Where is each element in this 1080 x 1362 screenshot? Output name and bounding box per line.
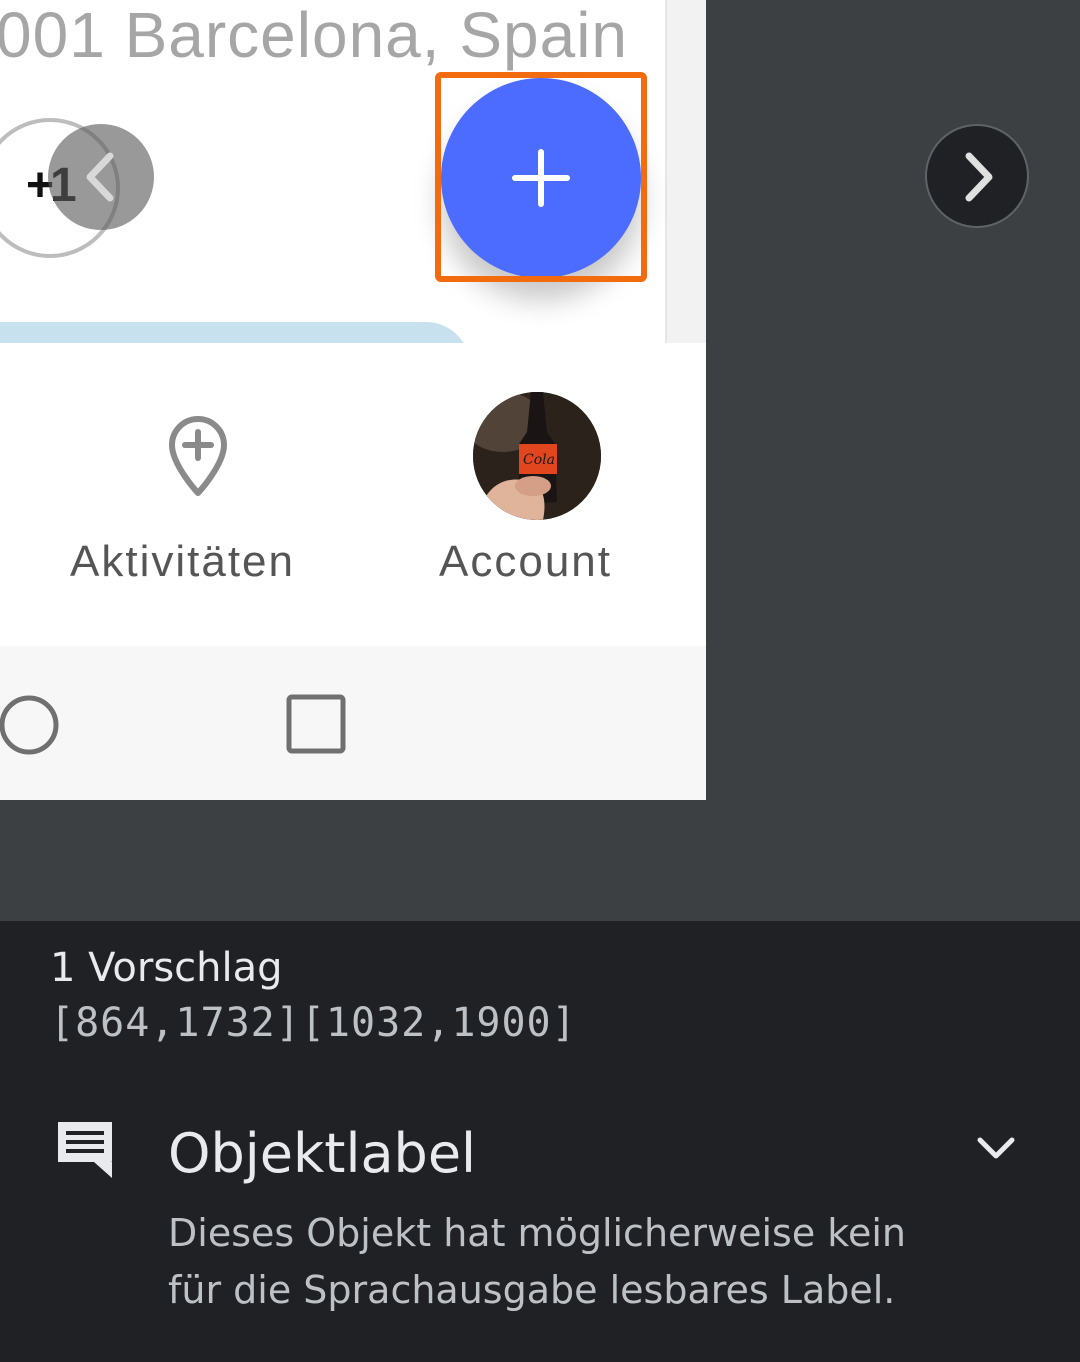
chevron-left-icon <box>86 152 114 202</box>
element-bounds: [864,1732][1032,1900] <box>50 1000 577 1046</box>
avatar: Cola <box>473 392 601 520</box>
issue-description: Dieses Objekt hat möglicherweise kein fü… <box>168 1211 906 1312</box>
chevron-right-icon <box>965 152 993 202</box>
chevron-down-icon[interactable] <box>976 1132 1016 1164</box>
avatar-photo: Cola <box>473 392 601 520</box>
svg-text:Cola: Cola <box>523 452 555 468</box>
system-navigation-bar <box>0 646 706 800</box>
nav-label-activities: Aktivitäten <box>70 537 295 586</box>
previous-button[interactable] <box>48 124 154 230</box>
comment-icon <box>58 1122 112 1178</box>
map-pin-plus-icon <box>169 416 227 496</box>
card-edge <box>665 0 706 343</box>
address-text: 001 Barcelona, Spain <box>0 0 628 71</box>
nav-item-activities[interactable]: Aktivitäten <box>60 403 340 593</box>
next-button[interactable] <box>925 124 1029 228</box>
app-screenshot: 001 Barcelona, Spain +1 Aktivitäten Acco… <box>0 0 706 800</box>
issue-title: Objektlabel <box>168 1122 477 1185</box>
circle-home-icon[interactable] <box>0 692 62 758</box>
nav-label-account: Account <box>439 537 612 586</box>
square-recents-icon[interactable] <box>284 692 348 756</box>
accessibility-highlight <box>435 72 647 282</box>
bottom-navigation: Aktivitäten Account <box>0 343 706 646</box>
suggestion-count: 1 Vorschlag <box>50 945 283 991</box>
